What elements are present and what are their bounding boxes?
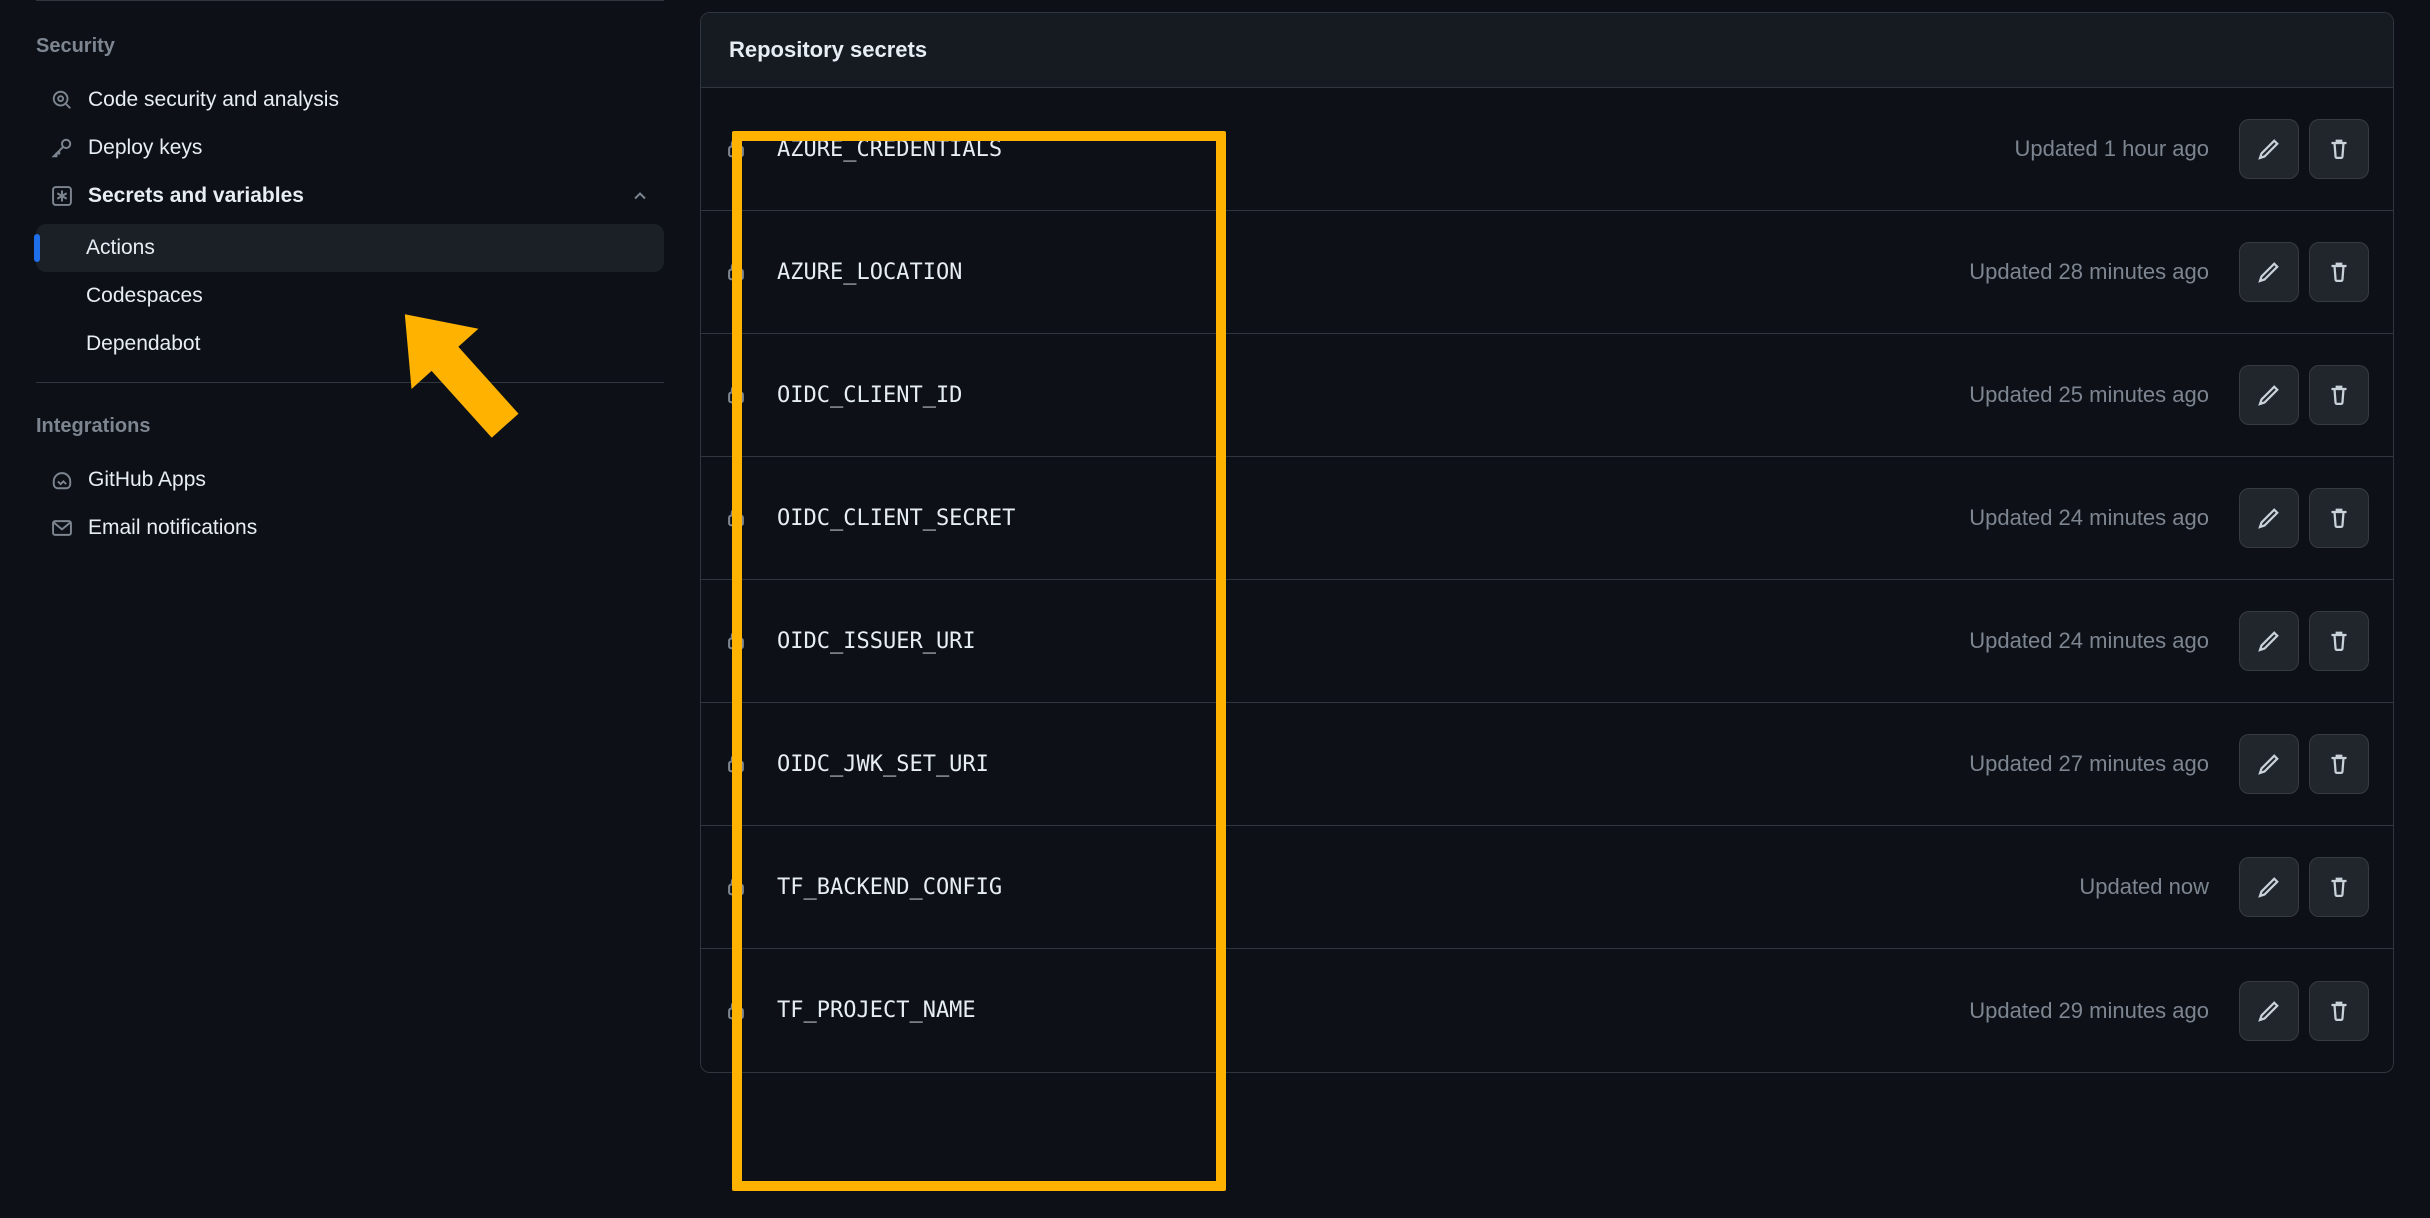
secret-updated: Updated 27 minutes ago <box>1969 751 2209 777</box>
secret-updated: Updated 29 minutes ago <box>1969 998 2209 1024</box>
edit-secret-button[interactable] <box>2239 488 2299 548</box>
chevron-up-icon <box>630 186 650 206</box>
sidebar-item-deploy-keys[interactable]: Deploy keys <box>36 124 664 172</box>
edit-secret-button[interactable] <box>2239 611 2299 671</box>
repository-secrets-panel: Repository secrets AZURE_CREDENTIALS Upda… <box>700 12 2394 1073</box>
sidebar-item-label: Secrets and variables <box>88 184 304 208</box>
edit-secret-button[interactable] <box>2239 734 2299 794</box>
sidebar-item-label: Deploy keys <box>88 136 202 160</box>
secret-updated: Updated 28 minutes ago <box>1969 259 2209 285</box>
lock-icon <box>725 999 749 1023</box>
secret-row: AZURE_CREDENTIALS Updated 1 hour ago <box>701 88 2393 211</box>
secret-updated: Updated now <box>2079 874 2209 900</box>
sidebar-item-label: Email notifications <box>88 516 257 540</box>
sidebar-item-code-security[interactable]: Code security and analysis <box>36 76 664 124</box>
sidebar-subitem-label: Dependabot <box>86 332 200 356</box>
secret-row: OIDC_JWK_SET_URI Updated 27 minutes ago <box>701 703 2393 826</box>
secret-updated: Updated 24 minutes ago <box>1969 505 2209 531</box>
delete-secret-button[interactable] <box>2309 119 2369 179</box>
edit-secret-button[interactable] <box>2239 242 2299 302</box>
delete-secret-button[interactable] <box>2309 242 2369 302</box>
secret-row: TF_BACKEND_CONFIG Updated now <box>701 826 2393 949</box>
sidebar-subitem-label: Actions <box>86 236 155 260</box>
sidebar-subitem-label: Codespaces <box>86 284 203 308</box>
hubot-icon <box>50 468 74 492</box>
sidebar-item-secrets-variables[interactable]: Secrets and variables <box>36 172 664 220</box>
sidebar-subitem-codespaces[interactable]: Codespaces <box>36 272 664 320</box>
mail-icon <box>50 516 74 540</box>
lock-icon <box>725 506 749 530</box>
secret-updated: Updated 24 minutes ago <box>1969 628 2209 654</box>
secret-name: TF_BACKEND_CONFIG <box>777 875 1002 900</box>
delete-secret-button[interactable] <box>2309 857 2369 917</box>
section-title-security: Security <box>36 23 664 70</box>
sidebar-item-email-notifications[interactable]: Email notifications <box>36 504 664 552</box>
shield-scan-icon <box>50 88 74 112</box>
secret-row: AZURE_LOCATION Updated 28 minutes ago <box>701 211 2393 334</box>
secret-row: TF_PROJECT_NAME Updated 29 minutes ago <box>701 949 2393 1072</box>
secret-name: OIDC_CLIENT_SECRET <box>777 506 1015 531</box>
sidebar-subitem-dependabot[interactable]: Dependabot <box>36 320 664 368</box>
secret-updated: Updated 25 minutes ago <box>1969 382 2209 408</box>
sidebar-subitem-actions[interactable]: Actions <box>36 224 664 272</box>
secret-row: OIDC_ISSUER_URI Updated 24 minutes ago <box>701 580 2393 703</box>
lock-icon <box>725 629 749 653</box>
delete-secret-button[interactable] <box>2309 981 2369 1041</box>
secret-name: OIDC_ISSUER_URI <box>777 629 976 654</box>
section-title-integrations: Integrations <box>36 403 664 450</box>
secret-name: TF_PROJECT_NAME <box>777 998 976 1023</box>
panel-title: Repository secrets <box>701 13 2393 88</box>
delete-secret-button[interactable] <box>2309 611 2369 671</box>
sidebar-item-label: GitHub Apps <box>88 468 206 492</box>
secret-name: AZURE_CREDENTIALS <box>777 137 1002 162</box>
secret-name: OIDC_JWK_SET_URI <box>777 752 989 777</box>
settings-sidebar: Security Code security and analysis Depl… <box>0 0 700 1218</box>
sidebar-item-label: Code security and analysis <box>88 88 339 112</box>
delete-secret-button[interactable] <box>2309 365 2369 425</box>
lock-icon <box>725 260 749 284</box>
secrets-variables-submenu: Actions Codespaces Dependabot <box>36 224 664 368</box>
lock-icon <box>725 137 749 161</box>
asterisk-box-icon <box>50 184 74 208</box>
lock-icon <box>725 875 749 899</box>
sidebar-item-github-apps[interactable]: GitHub Apps <box>36 456 664 504</box>
lock-icon <box>725 383 749 407</box>
key-icon <box>50 136 74 160</box>
edit-secret-button[interactable] <box>2239 981 2299 1041</box>
delete-secret-button[interactable] <box>2309 488 2369 548</box>
edit-secret-button[interactable] <box>2239 857 2299 917</box>
secret-name: AZURE_LOCATION <box>777 260 962 285</box>
secret-name: OIDC_CLIENT_ID <box>777 383 962 408</box>
secret-row: OIDC_CLIENT_SECRET Updated 24 minutes ago <box>701 457 2393 580</box>
edit-secret-button[interactable] <box>2239 365 2299 425</box>
main-content: Repository secrets AZURE_CREDENTIALS Upda… <box>700 0 2430 1218</box>
secret-row: OIDC_CLIENT_ID Updated 25 minutes ago <box>701 334 2393 457</box>
lock-icon <box>725 752 749 776</box>
delete-secret-button[interactable] <box>2309 734 2369 794</box>
secret-updated: Updated 1 hour ago <box>2015 136 2210 162</box>
edit-secret-button[interactable] <box>2239 119 2299 179</box>
